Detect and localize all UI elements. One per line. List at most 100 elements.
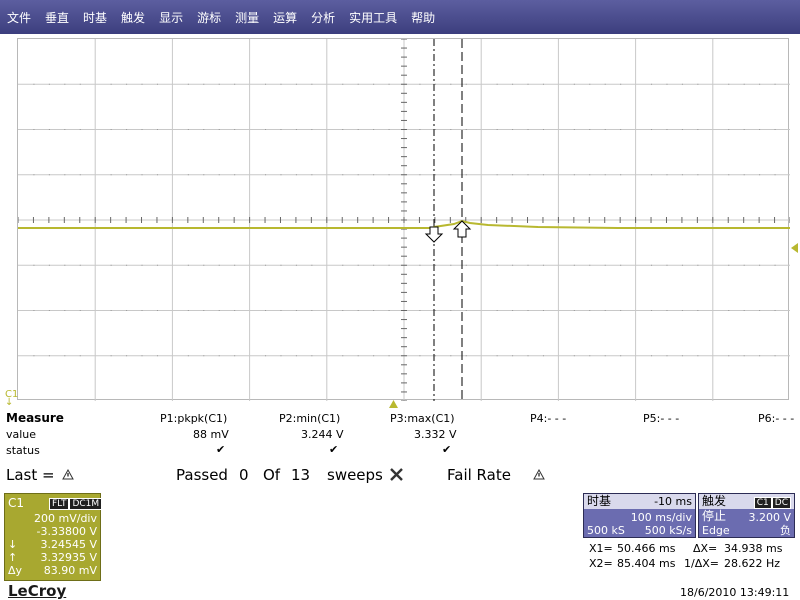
- grid-dot: [373, 264, 375, 266]
- grid-dot: [527, 174, 529, 176]
- menu-bar: 文件 垂直 时基 触发 显示 游标 测量 运算 分析 实用工具 帮助: [0, 0, 800, 34]
- grid-dot: [527, 83, 529, 85]
- menu-utilities[interactable]: 实用工具: [348, 7, 398, 28]
- grid-dot: [743, 355, 745, 357]
- grid-dot: [373, 310, 375, 311]
- grid-dot: [126, 355, 128, 357]
- param-p2-value: 3.244 V: [301, 428, 344, 441]
- menu-analysis[interactable]: 分析: [310, 7, 336, 28]
- timebase-descriptor[interactable]: 时基 -10 ms 100 ms/div 500 kS 500 kS/s: [583, 493, 696, 538]
- menu-vertical[interactable]: 垂直: [44, 7, 70, 28]
- timebase-samples: 500 kS: [587, 524, 625, 537]
- param-p2-name[interactable]: P2:min(C1): [279, 412, 340, 425]
- menu-measure[interactable]: 测量: [234, 7, 260, 28]
- trigger-position-marker-icon[interactable]: [389, 400, 399, 409]
- grid-dot: [419, 310, 421, 311]
- param-p3-name[interactable]: P3:max(C1): [390, 412, 455, 425]
- grid-dot: [203, 174, 205, 176]
- trigger-descriptor[interactable]: 触发 C1 DC 停止 3.200 V Edge 负: [698, 493, 795, 538]
- grid-dot: [265, 264, 267, 266]
- grid-dot: [651, 129, 653, 130]
- grid-dot: [295, 129, 297, 130]
- grid-dot: [357, 355, 359, 357]
- grid-dot: [542, 83, 544, 85]
- param-p4-name[interactable]: P4:- - -: [530, 412, 566, 425]
- grid-dot: [743, 83, 745, 85]
- grid-dot: [620, 174, 622, 176]
- grid-dot: [666, 264, 668, 266]
- grid-dot: [126, 264, 128, 266]
- menu-timebase[interactable]: 时基: [82, 7, 108, 28]
- grid-dot: [743, 264, 745, 266]
- grid-dot: [48, 83, 50, 85]
- grid-dot: [542, 264, 544, 266]
- grid-dot: [743, 310, 745, 311]
- grid-dot: [697, 355, 699, 357]
- menu-help[interactable]: 帮助: [410, 7, 436, 28]
- grid-dot: [573, 264, 575, 266]
- grid-dot: [388, 129, 390, 130]
- menu-math[interactable]: 运算: [272, 7, 298, 28]
- grid-dot: [295, 174, 297, 176]
- grid-dot: [542, 310, 544, 311]
- param-p5-name[interactable]: P5:- - -: [643, 412, 679, 425]
- grid-dot: [728, 355, 730, 357]
- grid-dot: [126, 310, 128, 311]
- grid-dot: [295, 264, 297, 266]
- x1-label: X1=: [589, 542, 613, 555]
- menu-file[interactable]: 文件: [6, 7, 32, 28]
- grid-dot: [48, 355, 50, 357]
- channel-cursor-down-value: 3.24545 V: [40, 538, 97, 551]
- grid-dot: [681, 83, 683, 85]
- of-label: Of: [263, 466, 281, 484]
- cursor-down-arrow-icon: [424, 226, 444, 243]
- grid-dot: [187, 129, 189, 130]
- grid-dot: [681, 355, 683, 357]
- grid-dot: [434, 83, 436, 85]
- grid-dot: [110, 174, 112, 176]
- grid-dot: [697, 129, 699, 130]
- grid-dot: [187, 355, 189, 357]
- grid-dot: [203, 310, 205, 311]
- grid-dot: [542, 355, 544, 357]
- grid-dot: [697, 310, 699, 311]
- grid-dot: [373, 129, 375, 130]
- channel-delta-label: Δy: [8, 564, 23, 577]
- channel-c1-descriptor[interactable]: C1 FLT DC1M 200 mV/div -3.33800 V ↓ 3.245…: [4, 493, 103, 581]
- grid-dot: [280, 264, 282, 266]
- sweeps-label: sweeps: [327, 466, 383, 484]
- menu-display[interactable]: 显示: [158, 7, 184, 28]
- grid-dot: [419, 129, 421, 130]
- grid-dot: [512, 355, 514, 357]
- grid-dot: [295, 83, 297, 85]
- grid-dot: [681, 310, 683, 311]
- grid-dot: [234, 310, 236, 311]
- grid-dot: [388, 83, 390, 85]
- grid-dot: [311, 129, 313, 130]
- timebase-title: 时基: [587, 494, 612, 508]
- grid-dot: [79, 310, 81, 311]
- grid-dot: [126, 83, 128, 85]
- grid-dot: [496, 83, 498, 85]
- grid-dot: [620, 310, 622, 311]
- grid-dot: [774, 129, 776, 130]
- grid-dot: [651, 83, 653, 85]
- param-p6-name[interactable]: P6:- - -: [758, 412, 794, 425]
- menu-cursors[interactable]: 游标: [196, 7, 222, 28]
- grid-dot: [218, 129, 220, 130]
- measure-row-status: status: [6, 444, 40, 457]
- waveform-grid[interactable]: [17, 38, 790, 401]
- menu-trigger[interactable]: 触发: [120, 7, 146, 28]
- trigger-level-marker-icon[interactable]: [790, 243, 800, 255]
- param-p1-name[interactable]: P1:pkpk(C1): [160, 412, 227, 425]
- grid-dot: [218, 355, 220, 357]
- grid-dot: [311, 83, 313, 85]
- grid-dot: [110, 355, 112, 357]
- grid-dot: [342, 174, 344, 176]
- grid-dot: [64, 174, 66, 176]
- grid-dot: [265, 310, 267, 311]
- grid-dot: [48, 310, 50, 311]
- grid-dot: [774, 355, 776, 357]
- grid-dot: [651, 310, 653, 311]
- grid-dot: [651, 355, 653, 357]
